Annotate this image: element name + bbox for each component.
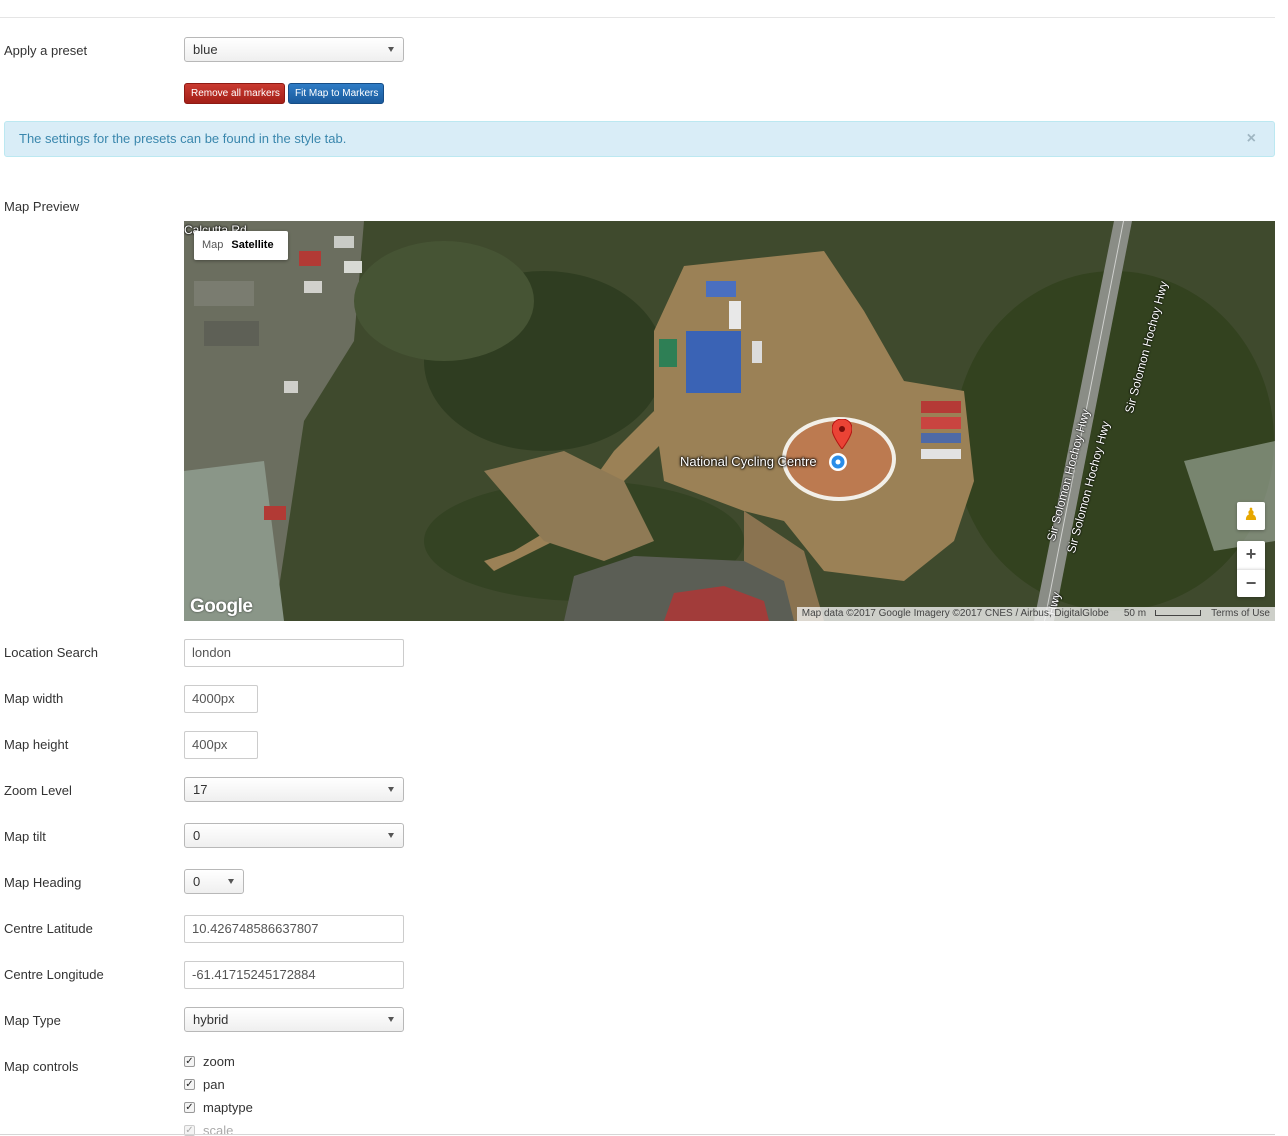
attribution-text[interactable]: Map data ©2017 Google Imagery ©2017 CNES… [797, 607, 1114, 621]
location-search-label: Location Search [4, 645, 98, 660]
chevron-down-icon [228, 879, 234, 884]
zoom-level-select[interactable]: 17 [184, 777, 404, 802]
zoom-out-button[interactable]: − [1237, 569, 1265, 597]
map-height-label: Map height [4, 737, 69, 752]
map-height-input[interactable]: 400px [184, 731, 258, 759]
location-dot-icon [829, 453, 847, 471]
chevron-down-icon [388, 833, 394, 838]
info-alert: The settings for the presets can be foun… [4, 121, 1275, 157]
checkbox-label: maptype [203, 1100, 253, 1115]
satellite-imagery [184, 221, 1275, 621]
centre-longitude-input[interactable]: -61.41715245172884 [184, 961, 404, 989]
terms-link[interactable]: Terms of Use [1206, 607, 1275, 621]
centre-latitude-input[interactable]: 10.426748586637807 [184, 915, 404, 943]
map-tilt-value: 0 [193, 828, 201, 843]
chevron-down-icon [388, 47, 394, 52]
top-divider [0, 17, 1275, 18]
map-marker-icon[interactable] [832, 419, 852, 449]
close-icon[interactable]: × [1247, 122, 1256, 156]
preset-select-value: blue [193, 42, 218, 57]
remove-all-markers-button[interactable]: Remove all markers [184, 83, 285, 104]
preset-select[interactable]: blue [184, 37, 404, 62]
google-logo: Google [190, 596, 253, 617]
map-type-map-button[interactable]: Map [194, 231, 231, 260]
info-alert-message: The settings for the presets can be foun… [19, 131, 347, 146]
scale-bar [1155, 610, 1202, 617]
preset-label: Apply a preset [4, 43, 88, 58]
checkbox-label: pan [203, 1077, 225, 1092]
zoom-in-button[interactable]: + [1237, 541, 1265, 569]
bottom-divider [0, 1134, 1275, 1135]
control-checkbox-zoom[interactable]: ✓ zoom [184, 1054, 235, 1069]
control-checkbox-pan[interactable]: ✓ pan [184, 1077, 225, 1092]
marker-label: National Cycling Centre [680, 454, 817, 469]
map-width-label: Map width [4, 691, 64, 706]
centre-latitude-label: Centre Latitude [4, 921, 93, 936]
fit-map-to-markers-button[interactable]: Fit Map to Markers [288, 83, 384, 104]
scale-indicator[interactable]: 50 m [1114, 607, 1206, 621]
location-search-input[interactable]: london [184, 639, 404, 667]
checkbox-icon[interactable]: ✓ [184, 1102, 195, 1113]
zoom-level-value: 17 [193, 782, 208, 797]
map-type-control: Map Satellite [194, 231, 288, 260]
scale-label: 50 m [1123, 608, 1147, 619]
map-type-label: Map Type [4, 1013, 61, 1028]
checkbox-icon[interactable]: ✓ [184, 1079, 195, 1090]
pegman-icon[interactable]: ♟ [1237, 502, 1265, 530]
zoom-level-label: Zoom Level [4, 783, 72, 798]
chevron-down-icon [388, 787, 394, 792]
map-tilt-select[interactable]: 0 [184, 823, 404, 848]
centre-longitude-label: Centre Longitude [4, 967, 104, 982]
map-type-satellite-button[interactable]: Satellite [231, 231, 281, 260]
chevron-down-icon [388, 1017, 394, 1022]
map-tilt-label: Map tilt [4, 829, 46, 844]
checkbox-label: zoom [203, 1054, 235, 1069]
map-type-value: hybrid [193, 1012, 229, 1027]
map-controls-label: Map controls [4, 1059, 79, 1074]
map-heading-value: 0 [193, 874, 201, 889]
checkbox-icon[interactable]: ✓ [184, 1056, 195, 1067]
map-heading-label: Map Heading [4, 875, 82, 890]
control-checkbox-maptype[interactable]: ✓ maptype [184, 1100, 253, 1115]
map-heading-select[interactable]: 0 [184, 869, 244, 894]
map-attribution: Map data ©2017 Google Imagery ©2017 CNES… [796, 607, 1275, 621]
map-preview[interactable]: Sir Solomon Hochoy Hwy Sir Solomon Hocho… [184, 221, 1275, 621]
map-width-input[interactable]: 4000px [184, 685, 258, 713]
settings-page: Apply a preset blue Remove all markers F… [0, 0, 1288, 1136]
map-type-select[interactable]: hybrid [184, 1007, 404, 1032]
map-preview-label: Map Preview [4, 199, 80, 214]
